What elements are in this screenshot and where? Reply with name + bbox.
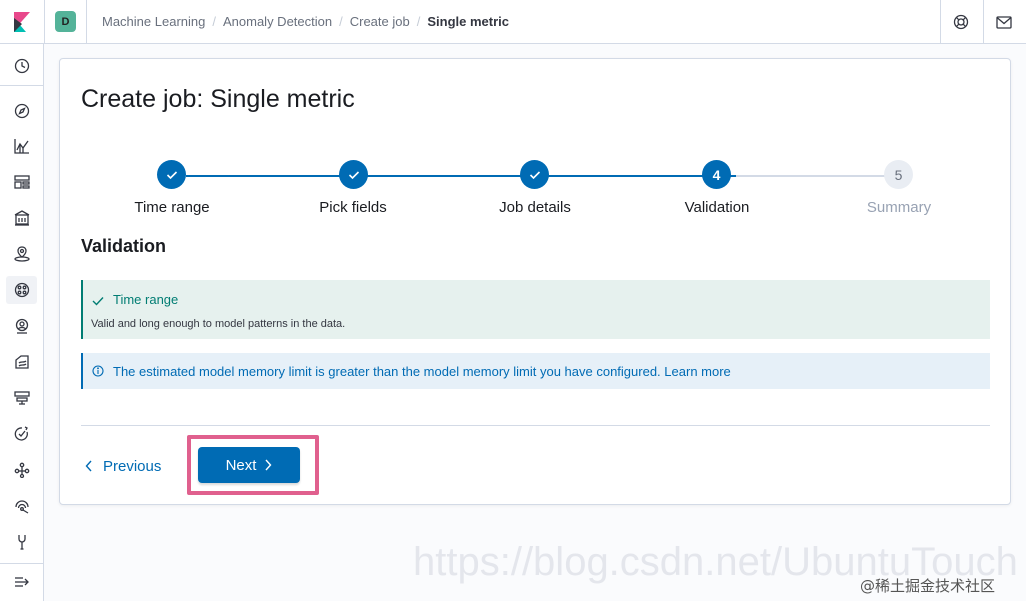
time-range-success-callout: Time range Valid and long enough to mode… bbox=[81, 280, 990, 339]
footer-divider bbox=[81, 425, 990, 426]
visualize-icon[interactable] bbox=[6, 132, 37, 160]
step-label-job-details[interactable]: Job details bbox=[455, 199, 615, 216]
collapse-nav-icon[interactable] bbox=[6, 568, 37, 596]
mail-icon[interactable] bbox=[982, 0, 1026, 44]
side-nav bbox=[0, 44, 44, 601]
breadcrumb: Machine Learning / Anomaly Detection / C… bbox=[102, 14, 509, 29]
discover-compass-icon[interactable] bbox=[6, 97, 37, 125]
nav-divider bbox=[0, 563, 43, 564]
info-icon bbox=[92, 364, 104, 382]
section-title: Validation bbox=[81, 236, 167, 256]
step-label-pick-fields[interactable]: Pick fields bbox=[273, 199, 433, 216]
header-divider bbox=[86, 0, 87, 44]
breadcrumb-separator: / bbox=[339, 14, 343, 29]
graph-icon[interactable] bbox=[6, 456, 37, 484]
dev-tools-wrench-icon[interactable] bbox=[6, 528, 37, 556]
breadcrumb-create-job[interactable]: Create job bbox=[350, 14, 410, 29]
create-job-panel: Create job: Single metric 4 5 Time range… bbox=[59, 58, 1011, 505]
stepper-remaining-line bbox=[736, 175, 898, 177]
uptime-icon[interactable] bbox=[6, 420, 37, 448]
logs-icon[interactable] bbox=[6, 348, 37, 376]
callout-body: Valid and long enough to model patterns … bbox=[91, 318, 346, 330]
step-label-validation[interactable]: Validation bbox=[637, 199, 797, 216]
nav-divider bbox=[0, 85, 43, 86]
breadcrumb-machine-learning[interactable]: Machine Learning bbox=[102, 14, 205, 29]
chevron-left-icon bbox=[85, 460, 92, 472]
check-icon bbox=[92, 293, 104, 311]
help-icon[interactable] bbox=[939, 0, 983, 44]
maps-icon[interactable] bbox=[6, 240, 37, 268]
canvas-icon[interactable] bbox=[6, 204, 37, 232]
kibana-logo[interactable] bbox=[0, 0, 44, 44]
job-wizard-stepper: 4 5 Time range Pick fields Job details V… bbox=[60, 59, 1012, 229]
breadcrumb-single-metric: Single metric bbox=[427, 14, 509, 29]
infrastructure-icon[interactable] bbox=[6, 384, 37, 412]
header-divider bbox=[44, 0, 45, 44]
breadcrumb-separator: / bbox=[212, 14, 216, 29]
step-1-check-icon[interactable] bbox=[157, 160, 186, 189]
memory-limit-message: The estimated model memory limit is grea… bbox=[113, 364, 731, 379]
previous-button[interactable]: Previous bbox=[85, 449, 161, 483]
top-header: D Machine Learning / Anomaly Detection /… bbox=[0, 0, 1026, 44]
next-button-label: Next bbox=[225, 456, 257, 474]
siem-icon[interactable] bbox=[6, 312, 37, 340]
info-message-text: The estimated model memory limit is grea… bbox=[113, 364, 661, 379]
monitoring-icon[interactable] bbox=[6, 492, 37, 520]
dashboard-icon[interactable] bbox=[6, 168, 37, 196]
learn-more-link[interactable]: Learn more bbox=[664, 364, 730, 379]
stepper-progress-line bbox=[186, 175, 736, 177]
callout-title: Time range bbox=[113, 292, 179, 307]
step-5-number: 5 bbox=[884, 160, 913, 189]
breadcrumb-separator: / bbox=[416, 14, 421, 29]
watermark-tag: @稀土掘金技术社区 bbox=[860, 577, 996, 595]
next-button[interactable]: Next bbox=[198, 447, 300, 483]
breadcrumb-anomaly-detection[interactable]: Anomaly Detection bbox=[223, 14, 332, 29]
memory-limit-info-callout: The estimated model memory limit is grea… bbox=[81, 353, 990, 389]
machine-learning-icon[interactable] bbox=[6, 276, 37, 304]
step-label-summary: Summary bbox=[866, 199, 932, 216]
step-label-time-range[interactable]: Time range bbox=[92, 199, 252, 216]
step-3-check-icon[interactable] bbox=[520, 160, 549, 189]
previous-button-label: Previous bbox=[103, 457, 162, 475]
step-4-number[interactable]: 4 bbox=[702, 160, 731, 189]
chevron-right-icon bbox=[265, 459, 272, 471]
space-avatar[interactable]: D bbox=[55, 11, 76, 32]
step-2-check-icon[interactable] bbox=[339, 160, 368, 189]
recently-viewed-clock-icon[interactable] bbox=[6, 52, 37, 80]
